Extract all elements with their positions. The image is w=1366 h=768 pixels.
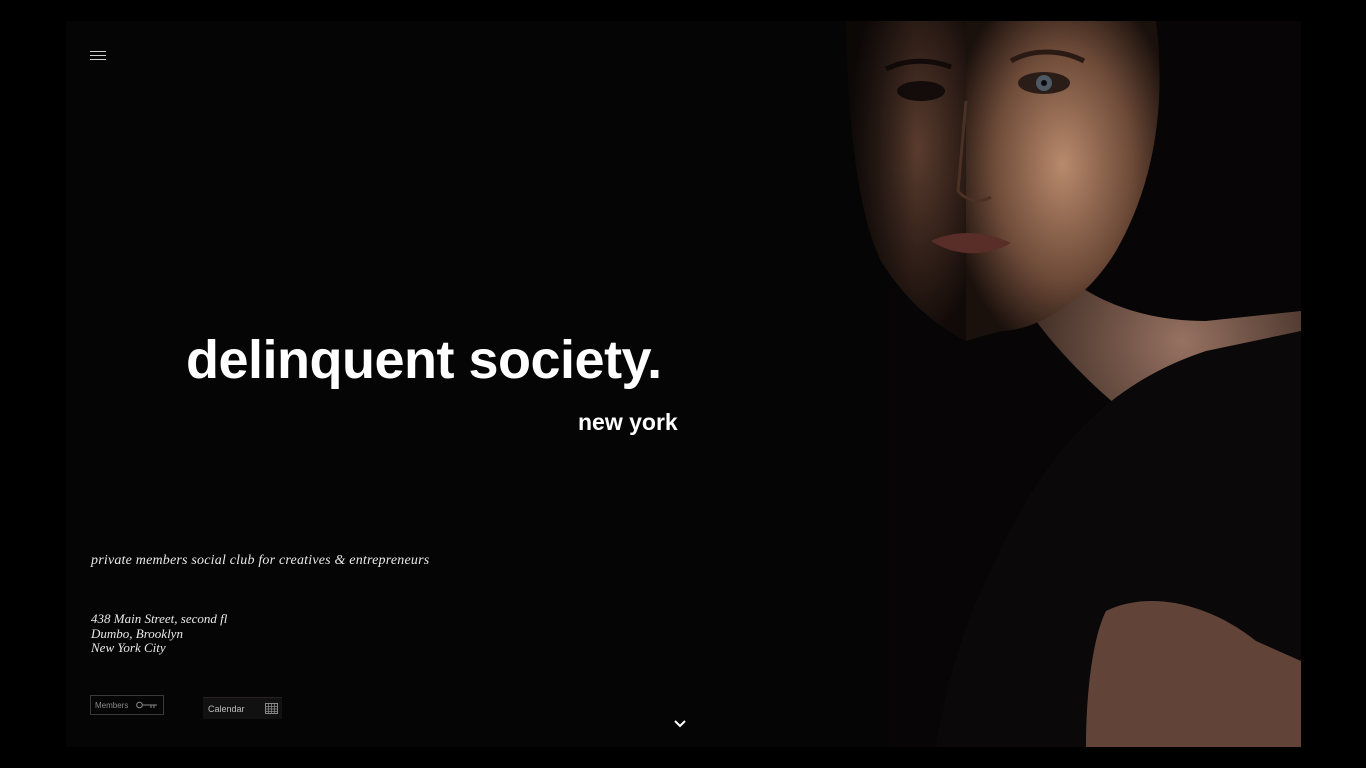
address-line-2: Dumbo, Brooklyn — [91, 625, 183, 641]
key-icon — [136, 701, 158, 709]
address-line-3: New York City — [91, 640, 166, 655]
calendar-label: Calendar — [208, 703, 245, 714]
tagline: private members social club for creative… — [91, 553, 430, 568]
hero-section: delinquent society. new york private mem… — [66, 21, 1301, 747]
hamburger-icon — [90, 51, 106, 60]
site-title: delinquent society. — [186, 330, 662, 390]
calendar-grid-icon — [265, 703, 278, 714]
hero-photo — [786, 21, 1301, 747]
members-button[interactable]: Members — [90, 695, 164, 715]
site-subtitle: new york — [578, 409, 678, 435]
address: 438 Main Street, second fl Dumbo, Brookl… — [91, 611, 228, 656]
address-line-1: 438 Main Street, second fl — [91, 611, 228, 626]
calendar-button[interactable]: Calendar — [203, 697, 282, 719]
scroll-down-button[interactable] — [672, 715, 688, 728]
members-label: Members — [95, 700, 129, 710]
chevron-down-icon — [674, 720, 686, 728]
menu-button[interactable] — [90, 51, 106, 63]
